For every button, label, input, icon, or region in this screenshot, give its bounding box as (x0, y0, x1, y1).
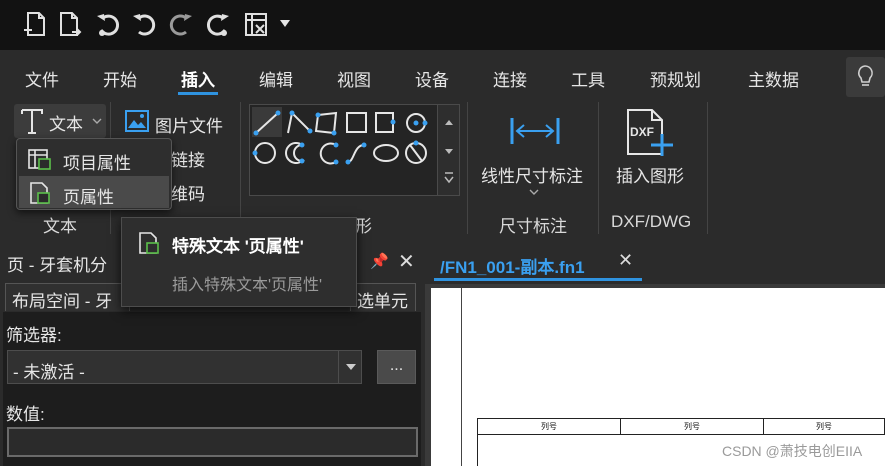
tab-device[interactable]: 设备 (415, 66, 449, 91)
dimension-group-label: 尺寸标注 (499, 217, 567, 236)
watermark: CSDN @萧技电创EIIA (722, 443, 863, 459)
dxf-group-label: DXF/DWG (611, 212, 692, 231)
redo-icon[interactable] (168, 10, 194, 38)
tab-layout-space[interactable]: 布局空间 - 牙 (5, 283, 130, 311)
page-property-icon (139, 232, 159, 254)
redo-history-icon[interactable] (205, 10, 231, 38)
tab-edit[interactable]: 编辑 (259, 66, 293, 91)
tab-preplanning[interactable]: 预规划 (650, 66, 701, 91)
help-button[interactable] (846, 57, 885, 97)
tab-view[interactable]: 视图 (337, 66, 371, 91)
linear-dimension-icon (510, 118, 560, 144)
value-input[interactable] (7, 427, 418, 457)
document-tab[interactable]: /FN1_001-副本.fn1 ✕ (432, 244, 642, 282)
tab-connect[interactable]: 连接 (493, 66, 527, 91)
picture-file-button[interactable]: 图片文件 (155, 112, 223, 137)
close-project-icon[interactable] (243, 10, 269, 38)
gallery-scrollbar[interactable] (437, 105, 459, 195)
qrcode-button[interactable]: 维码 (171, 180, 205, 205)
menu-item-label: 项目属性 (63, 154, 131, 173)
group-separator (707, 102, 708, 234)
pin-icon[interactable]: 📌 (370, 252, 389, 270)
group-separator (598, 102, 599, 234)
tab-select-unit[interactable]: 选单元 (350, 283, 416, 311)
page-property-icon (30, 182, 50, 204)
linear-dimension-button[interactable]: 线性尺寸标注 (481, 162, 583, 187)
new-file-from-template-icon[interactable] (57, 10, 83, 38)
filter-select-value: - 未激活 - (13, 363, 85, 382)
insert-graphic-button[interactable]: 插入图形 (616, 162, 684, 187)
drawing-sheet[interactable] (431, 288, 885, 466)
menu-item-page-properties[interactable]: 页属性 (19, 176, 169, 208)
column-cell: 列号 (478, 419, 621, 434)
tooltip-title: 特殊文本 '页属性' (172, 237, 304, 256)
filter-select[interactable]: - 未激活 - (7, 350, 362, 384)
project-property-icon (28, 149, 51, 170)
tooltip-description: 插入特殊文本'页属性' (172, 277, 323, 294)
dxf-badge-text: DXF (630, 125, 654, 139)
gallery-scroll-arrows (444, 120, 454, 184)
chevron-down-icon (92, 118, 102, 124)
tab-start[interactable]: 开始 (103, 66, 137, 91)
menu-item-project-properties[interactable]: 项目属性 (19, 142, 169, 174)
sheet-border-line (461, 288, 462, 466)
new-file-icon[interactable] (22, 10, 48, 38)
document-close-icon[interactable]: ✕ (618, 250, 633, 271)
shapes-gallery[interactable] (249, 104, 460, 196)
filter-label: 筛选器: (6, 326, 62, 345)
group-separator (467, 102, 468, 234)
tab-insert[interactable]: 插入 (181, 66, 215, 91)
column-header-row: 列号 列号 列号 (477, 418, 885, 435)
page-property-tooltip: 特殊文本 '页属性' 插入特殊文本'页属性' (121, 217, 357, 307)
shapes-gallery-icons (252, 107, 428, 165)
document-tab-name: /FN1_001-副本.fn1 (440, 258, 585, 277)
text-dropdown-button[interactable]: 文本 (14, 104, 106, 138)
active-document-indicator (434, 278, 642, 281)
text-group-label: 文本 (43, 217, 77, 236)
chevron-down-icon (338, 351, 362, 383)
text-t-icon (21, 109, 43, 134)
value-label: 数值: (6, 405, 45, 424)
chevron-down-icon (529, 189, 539, 195)
text-button-label: 文本 (49, 115, 83, 134)
hyperlink-button[interactable]: 链接 (171, 146, 205, 171)
tab-master-data[interactable]: 主数据 (748, 66, 799, 91)
menu-item-label: 页属性 (63, 188, 114, 207)
undo-history-icon[interactable] (95, 10, 121, 38)
panel-close-icon[interactable]: ✕ (398, 249, 415, 274)
undo-icon[interactable] (131, 10, 157, 38)
sheet-frame-line (477, 435, 478, 466)
lightbulb-icon (858, 65, 873, 86)
quick-access-toolbar (0, 0, 885, 50)
customize-dropdown-icon[interactable] (280, 20, 290, 27)
tab-file[interactable]: 文件 (25, 66, 59, 91)
group-separator (240, 102, 241, 234)
column-cell: 列号 (764, 419, 885, 434)
active-tab-indicator (178, 92, 218, 95)
tab-tools[interactable]: 工具 (571, 66, 605, 91)
text-dropdown-menu: 项目属性 页属性 (16, 138, 172, 210)
filter-more-button[interactable]: ... (377, 350, 416, 384)
column-cell: 列号 (621, 419, 764, 434)
page-panel-title: 页 - 牙套机分 (7, 256, 108, 275)
picture-file-icon (125, 110, 149, 132)
